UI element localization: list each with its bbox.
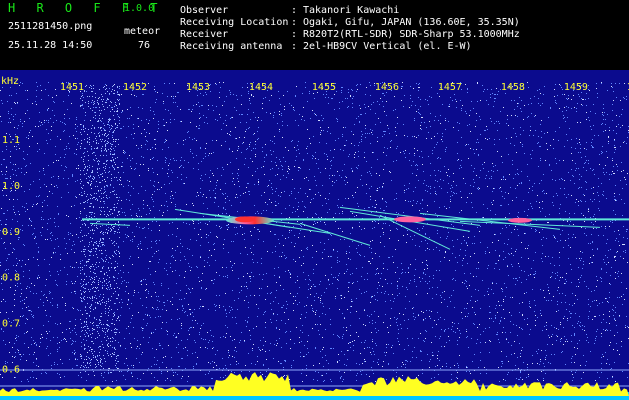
x-tick-label: 1453 xyxy=(186,82,210,93)
date-time: 25.11.28 14:50 xyxy=(8,40,93,51)
noise-layer xyxy=(0,82,629,382)
x-tick-label: 1458 xyxy=(501,82,525,93)
observer-colon: : xyxy=(291,5,298,16)
meteor-label: meteor xyxy=(124,26,161,37)
antenna-label: Receiving antenna xyxy=(180,41,283,52)
tick-labels: kHz 1451 1452 1453 1454 1455 1456 1457 1458 1459 1… xyxy=(1,76,629,376)
y-tick-label: 1.1 xyxy=(2,135,20,146)
meteor-echo-core xyxy=(235,216,255,223)
echo-layer xyxy=(82,206,629,250)
y-tick-label: 1.0 xyxy=(2,181,20,192)
noise-column xyxy=(80,85,120,375)
antenna-colon: : xyxy=(291,41,298,52)
location-colon: : xyxy=(291,17,298,28)
receiver-label: Receiver xyxy=(180,29,229,40)
meteor-echo-mid xyxy=(508,217,532,223)
y-axis-unit: kHz xyxy=(1,76,19,87)
y-tick-label: 0.9 xyxy=(2,227,20,238)
header-panel: H R O F F T 1.0.0 2511281450.png 25.11.2… xyxy=(0,0,629,70)
meteor-echo-mid xyxy=(394,216,426,223)
spectrogram: kHz 1451 1452 1453 1454 1455 1456 1457 1458 1459 1… xyxy=(0,70,629,400)
y-tick-label: 0.7 xyxy=(2,319,20,330)
y-tick-label: 0.6 xyxy=(2,365,20,376)
receiver-colon: : xyxy=(291,29,298,40)
x-tick-label: 1452 xyxy=(123,82,147,93)
x-tick-label: 1451 xyxy=(60,82,84,93)
file-name: 2511281450.png xyxy=(8,21,93,32)
x-tick-label: 1454 xyxy=(249,82,273,93)
meteor-count: 76 xyxy=(138,40,151,51)
spectrogram-svg: kHz 1451 1452 1453 1454 1455 1456 1457 1458 1459 1… xyxy=(0,76,629,400)
x-tick-label: 1456 xyxy=(375,82,399,93)
location-label: Receiving Location xyxy=(180,17,289,28)
x-tick-label: 1459 xyxy=(564,82,588,93)
x-tick-label: 1457 xyxy=(438,82,462,93)
y-tick-label: 0.8 xyxy=(2,273,20,284)
x-tick-label: 1455 xyxy=(312,82,336,93)
observer-label: Observer xyxy=(180,5,229,16)
receiver-value: R820T2(RTL-SDR) SDR-Sharp 53.1000MHz xyxy=(303,29,520,40)
antenna-value: 2el-HB9CV Vertical (el. E-W) xyxy=(303,41,472,52)
observer-value: Takanori Kawachi xyxy=(303,5,400,16)
location-value: Ogaki, Gifu, JAPAN (136.60E, 35.35N) xyxy=(303,17,520,28)
app-version: 1.0.0 xyxy=(124,3,155,14)
